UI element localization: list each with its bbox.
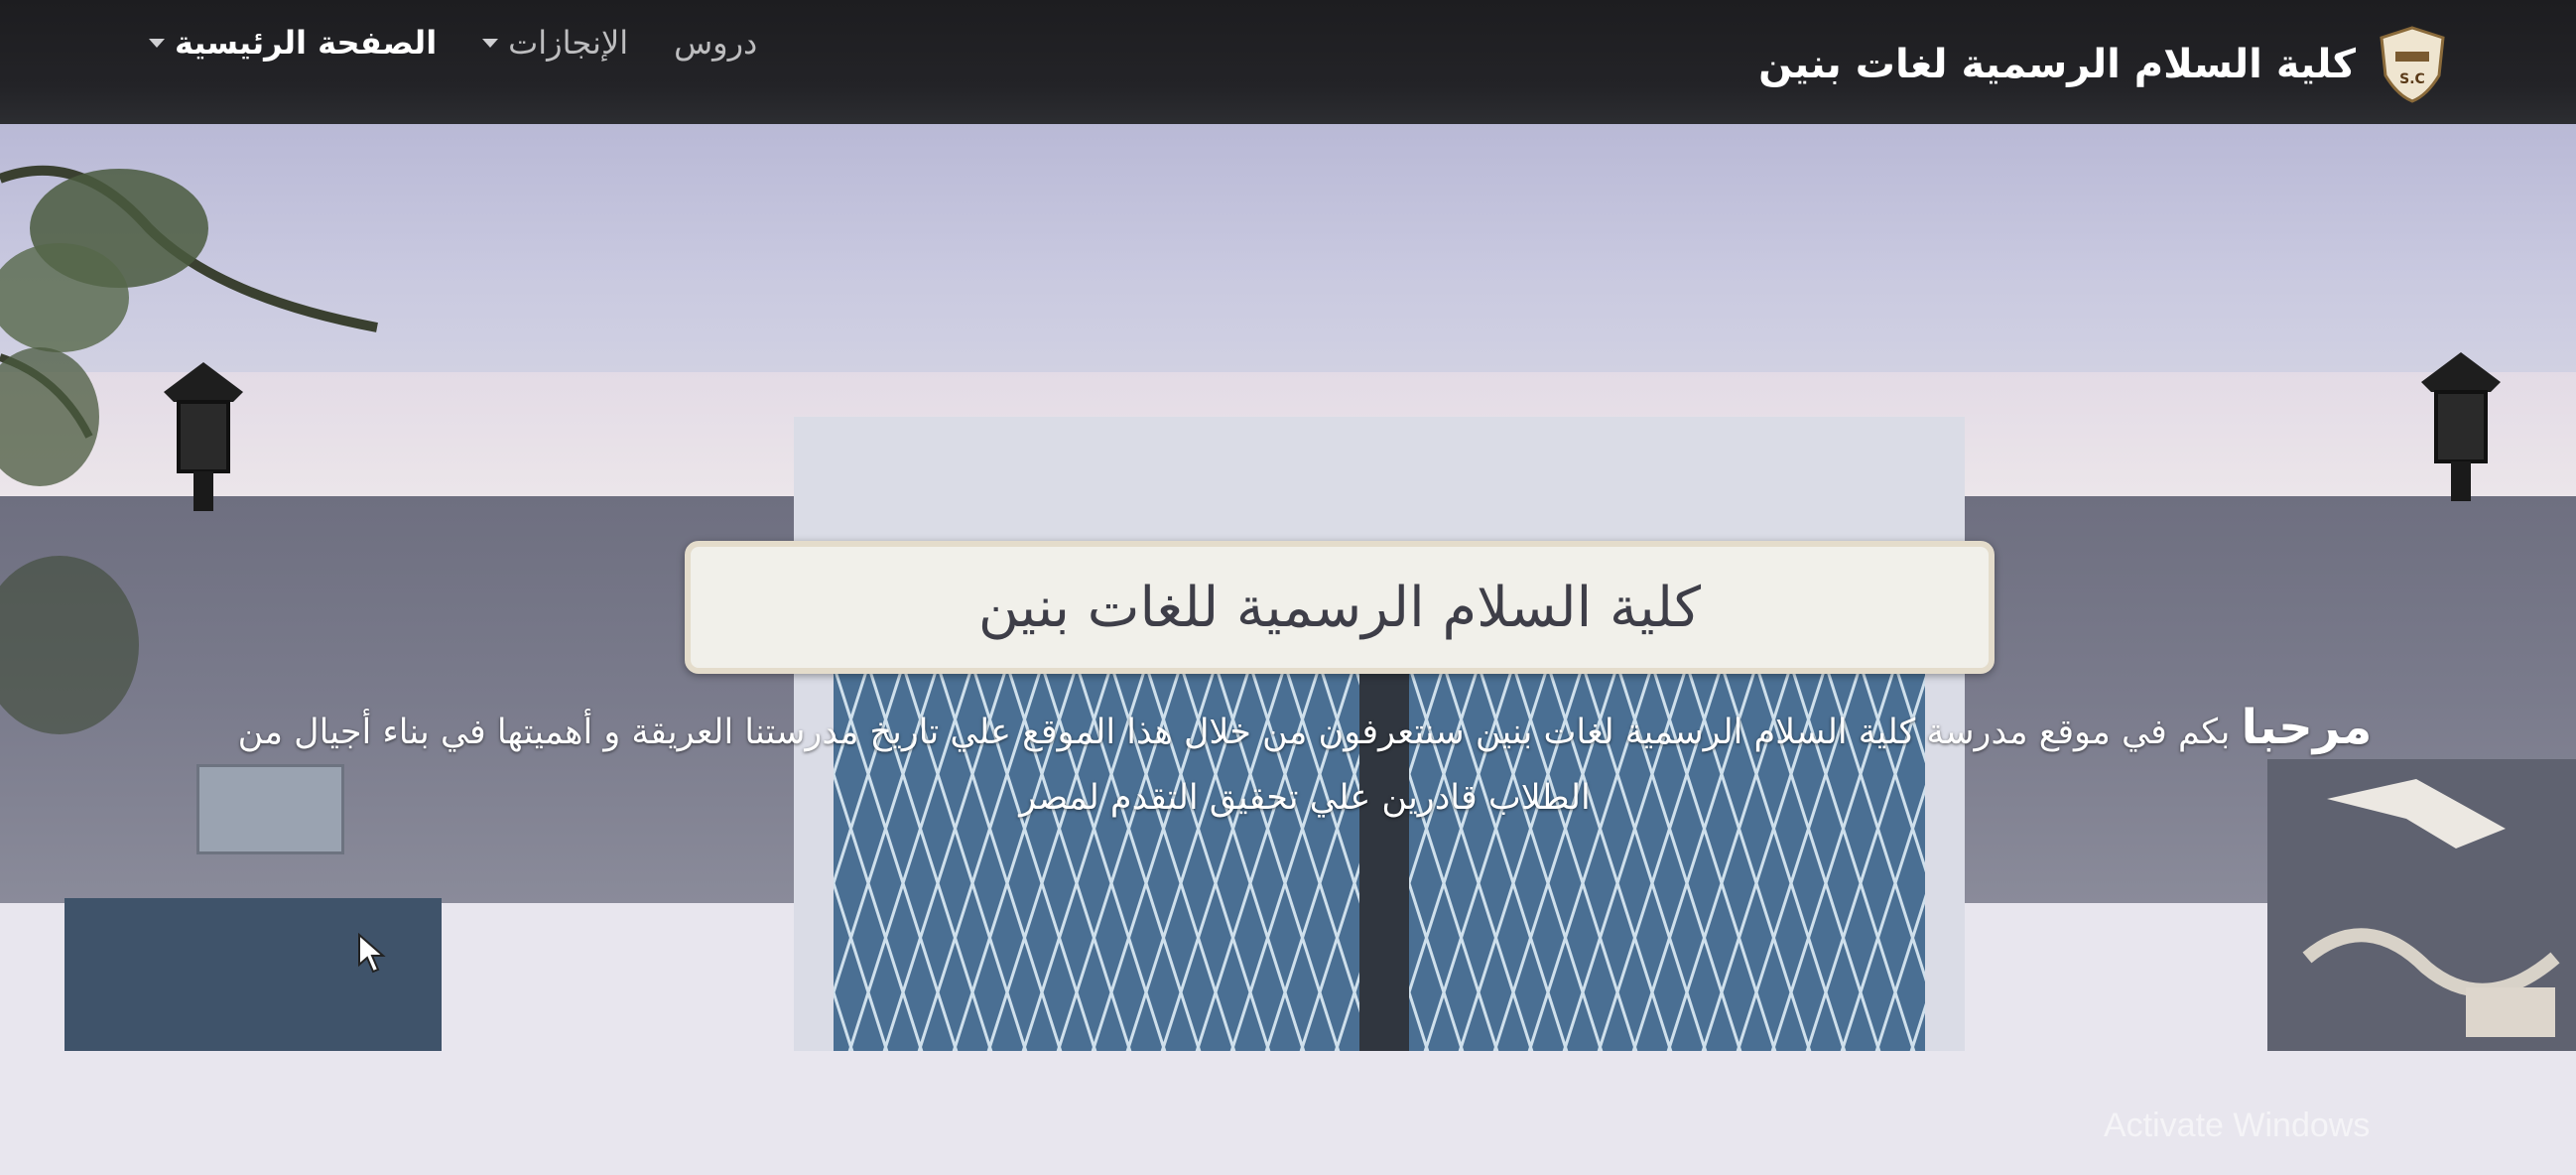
hero-title: كلية السلام الرسمية للغات بنين [977,575,1702,640]
nav-item-achievements-label: الإنجازات [508,24,629,62]
activate-windows-watermark: Activate Windows [2104,1107,2371,1144]
nav-item-achievements[interactable]: الإنجازات [482,24,628,62]
welcome-word: مرحبا [2241,700,2373,755]
wall-lamp-right-icon [2421,352,2501,501]
nav-item-lessons[interactable]: دروس [674,24,757,62]
welcome-text: بكم في موقع مدرسة كلية السلام الرسمية لغ… [237,713,2231,818]
caret-down-icon [482,38,499,48]
page: S.C كلية السلام الرسمية لغات بنين الصفحة… [0,0,2576,1175]
wall-lamp-left-icon [164,362,243,511]
brand[interactable]: S.C كلية السلام الرسمية لغات بنين [1758,26,2447,103]
school-logo-icon: S.C [2380,26,2445,103]
wall-picture-frame [64,898,442,1051]
hero-title-box: كلية السلام الرسمية للغات بنين [685,541,1995,674]
hero-welcome-paragraph: مرحبا بكم في موقع مدرسة كلية السلام الرس… [198,695,2411,831]
brand-name: كلية السلام الرسمية لغات بنين [1758,42,2356,87]
logo-text: S.C [2399,71,2425,87]
mouse-cursor-icon [358,933,386,974]
nav-item-lessons-label: دروس [674,24,758,62]
